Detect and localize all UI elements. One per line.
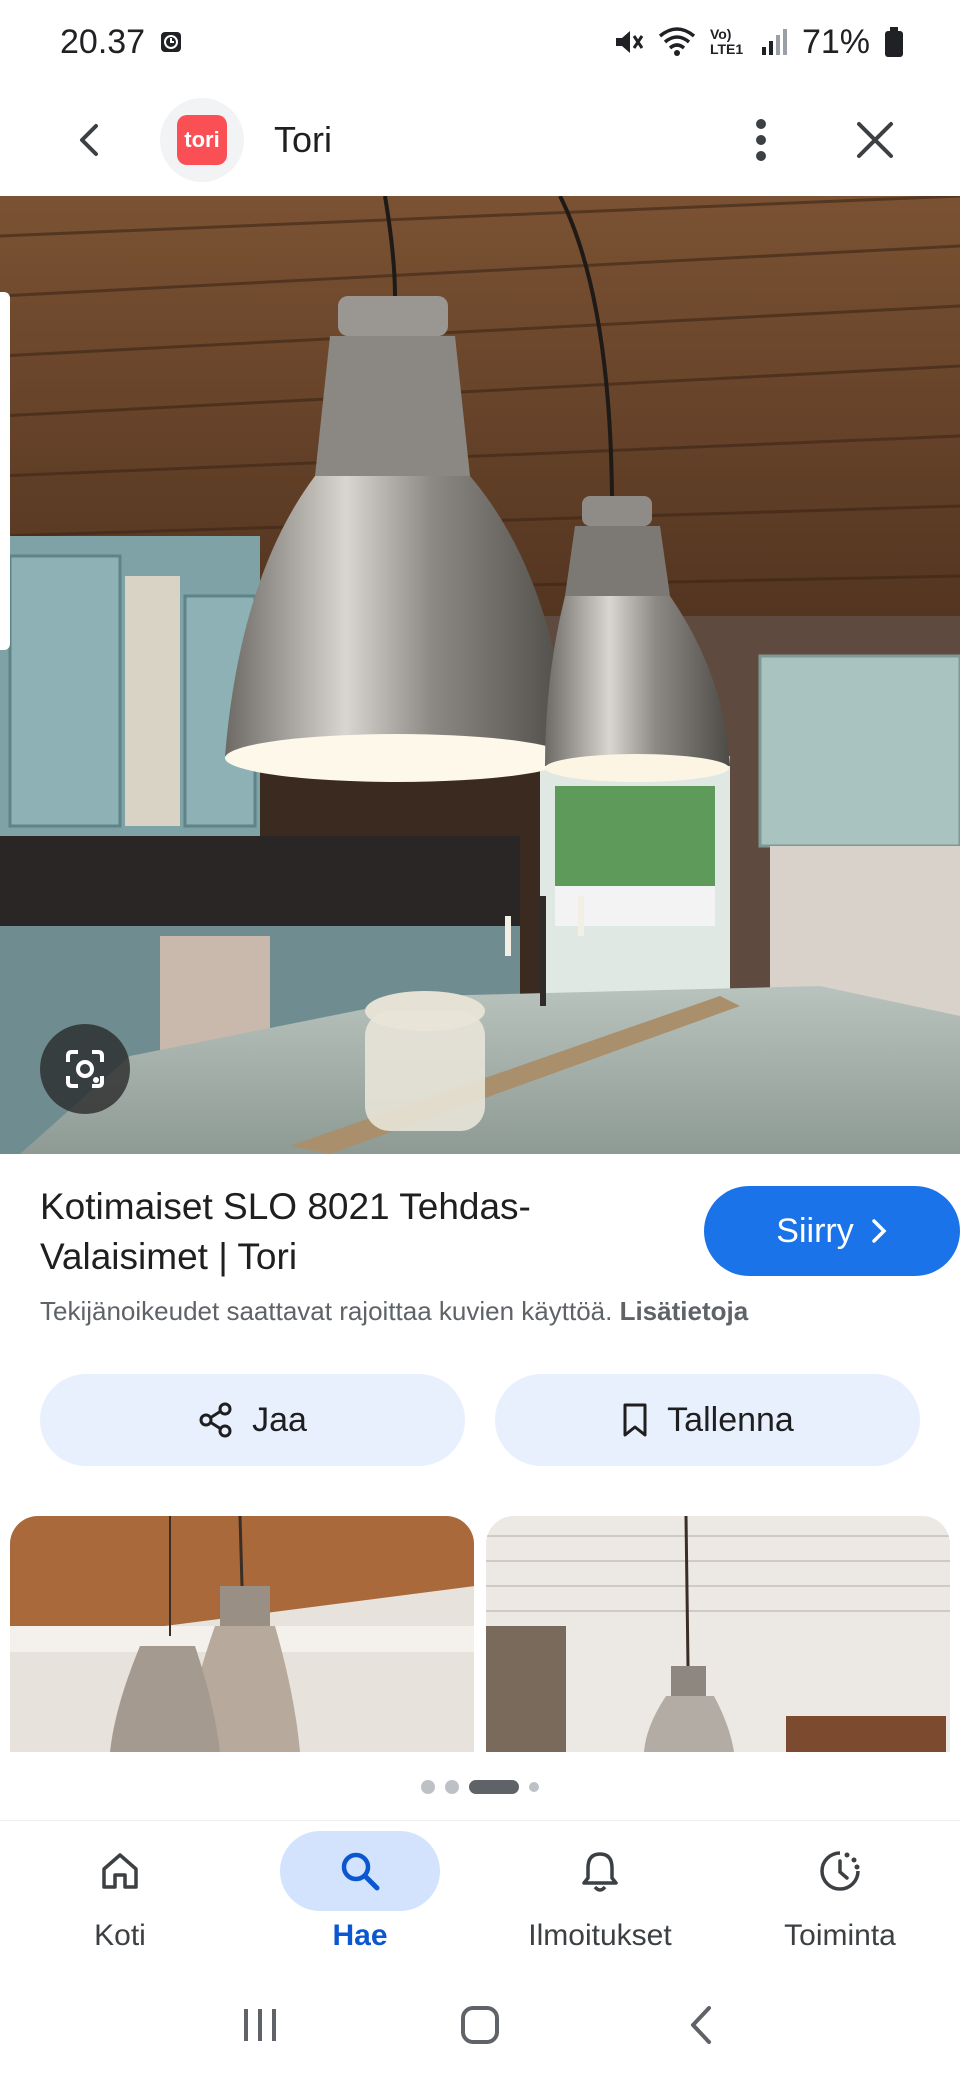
status-time: 20.37 — [60, 22, 146, 61]
battery-icon — [884, 26, 904, 58]
nav-item-home[interactable]: Koti — [0, 1821, 240, 1970]
bookmark-icon — [623, 1403, 647, 1437]
signal-icon — [760, 27, 788, 57]
carousel-pager — [0, 1780, 960, 1794]
nav-item-activity[interactable]: Toiminta — [720, 1821, 960, 1970]
google-lens-button[interactable] — [40, 1024, 130, 1114]
nav-item-search[interactable]: Hae — [240, 1821, 480, 1970]
close-button[interactable] — [830, 95, 920, 185]
back-chevron-icon — [691, 2006, 711, 2044]
nav-label: Hae — [332, 1919, 388, 1952]
search-icon — [341, 1852, 380, 1891]
result-title[interactable]: Kotimaiset SLO 8021 Tehdas-Valaisimet | … — [40, 1182, 630, 1282]
nav-label: Koti — [94, 1919, 146, 1952]
nav-item-notifications[interactable]: Ilmoitukset — [480, 1821, 720, 1970]
site-logo: tori — [160, 98, 244, 182]
lens-icon — [66, 1050, 104, 1088]
activity-icon — [820, 1851, 860, 1891]
nav-label: Toiminta — [784, 1919, 896, 1952]
main-image[interactable] — [0, 196, 960, 1154]
tori-logo-icon: tori — [177, 115, 227, 165]
related-lamp-photo — [486, 1516, 950, 1752]
volte-label: Vo) LTE1 — [709, 26, 744, 57]
home-square-icon — [461, 2006, 499, 2044]
more-options-button[interactable] — [716, 95, 806, 185]
bell-icon — [582, 1852, 618, 1892]
recents-icon — [244, 2009, 276, 2041]
recents-button[interactable] — [215, 1990, 305, 2060]
more-info-link[interactable]: Lisätietoja — [620, 1296, 749, 1326]
alarm-clock-icon — [159, 30, 183, 54]
visit-button-label: Siirry — [776, 1211, 854, 1250]
related-image[interactable] — [486, 1516, 950, 1752]
bottom-navigation: Koti Hae Ilmoitukset Toiminta — [0, 1820, 960, 1970]
copyright-notice: Tekijänoikeudet saattavat rajoittaa kuvi… — [40, 1296, 940, 1327]
nav-label: Ilmoitukset — [528, 1919, 672, 1952]
share-label: Jaa — [252, 1400, 307, 1439]
related-image[interactable] — [10, 1516, 474, 1752]
nav-icon-container — [40, 1831, 200, 1911]
system-back-button[interactable] — [655, 1990, 745, 2060]
chevron-right-icon — [871, 1219, 887, 1243]
back-button[interactable] — [40, 90, 140, 190]
wifi-icon — [658, 26, 696, 58]
image-edge-indicator — [0, 292, 10, 650]
close-icon — [857, 122, 893, 158]
nav-icon-container — [520, 1831, 680, 1911]
nav-icon-container — [760, 1831, 920, 1911]
share-icon — [199, 1402, 232, 1438]
home-system-button[interactable] — [435, 1990, 525, 2060]
battery-percent: 71% — [801, 22, 870, 61]
result-info: Kotimaiset SLO 8021 Tehdas-Valaisimet | … — [40, 1182, 960, 1282]
pager-dot — [529, 1782, 539, 1792]
save-button[interactable]: Tallenna — [495, 1374, 920, 1466]
visit-button[interactable]: Siirry — [704, 1186, 960, 1276]
copyright-text: Tekijänoikeudet saattavat rajoittaa kuvi… — [40, 1296, 613, 1326]
app-bar: tori Tori — [0, 84, 960, 196]
save-label: Tallenna — [667, 1400, 794, 1439]
back-arrow-icon — [80, 124, 98, 156]
nav-icon-container — [280, 1831, 440, 1911]
mute-icon — [612, 26, 644, 58]
related-images — [10, 1516, 950, 1752]
share-button[interactable]: Jaa — [40, 1374, 465, 1466]
related-lamp-photo — [10, 1516, 474, 1752]
action-row: Jaa Tallenna — [40, 1374, 920, 1466]
pager-dot-active — [469, 1780, 519, 1794]
system-navigation — [0, 1970, 960, 2080]
home-icon — [102, 1853, 138, 1889]
status-bar: 20.37 Vo) LTE1 71% — [0, 0, 960, 84]
kitchen-lamp-photo — [0, 196, 960, 1154]
more-vert-icon — [756, 119, 766, 161]
pager-dot — [445, 1780, 459, 1794]
pager-dot — [421, 1780, 435, 1794]
site-name: Tori — [274, 119, 333, 160]
